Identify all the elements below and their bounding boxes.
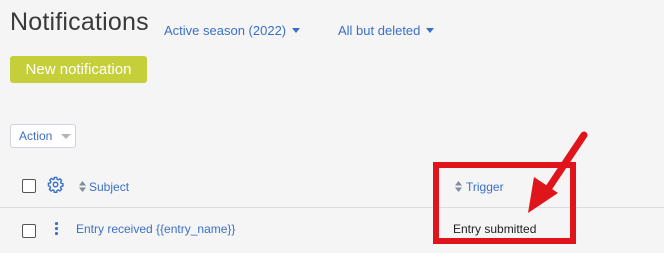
caret-down-icon xyxy=(292,28,301,33)
status-filter-label: All but deleted xyxy=(338,23,421,38)
sort-icon[interactable] xyxy=(79,181,86,192)
action-dropdown[interactable]: Action xyxy=(10,124,76,148)
caret-down-icon xyxy=(61,133,72,139)
gear-icon[interactable] xyxy=(47,176,64,193)
new-notification-button[interactable]: New notification xyxy=(10,56,147,83)
season-filter-dropdown[interactable]: Active season (2022) xyxy=(164,23,301,38)
action-dropdown-label: Action xyxy=(19,129,53,143)
column-header-subject[interactable]: Subject xyxy=(89,180,129,194)
status-filter-dropdown[interactable]: All but deleted xyxy=(338,23,435,38)
subject-link[interactable]: Entry received {{entry_name}} xyxy=(76,222,235,236)
page-title: Notifications xyxy=(10,8,149,36)
caret-down-icon xyxy=(426,28,435,33)
row-menu-icon[interactable] xyxy=(55,222,59,236)
select-all-checkbox[interactable] xyxy=(22,179,36,193)
season-filter-label: Active season (2022) xyxy=(164,23,287,38)
annotation-arrow-icon xyxy=(528,131,588,213)
row-checkbox[interactable] xyxy=(22,224,36,238)
